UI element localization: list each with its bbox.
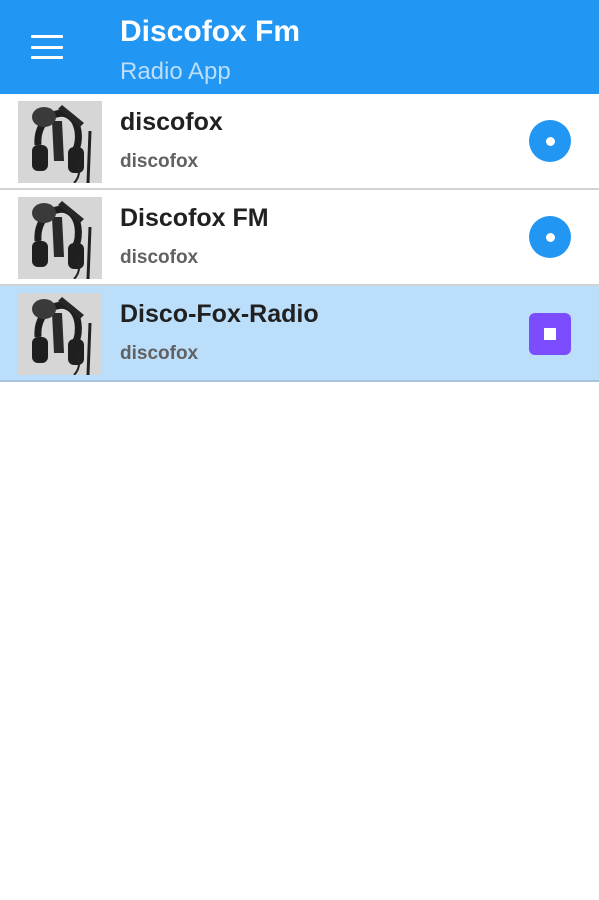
radio-app: Discofox Fm Radio App discofox discofox — [0, 0, 599, 900]
app-bar: Discofox Fm Radio App — [0, 0, 599, 94]
station-genre: discofox — [120, 247, 199, 268]
stop-icon — [544, 328, 556, 340]
station-name: Disco-Fox-Radio — [120, 300, 319, 328]
app-subtitle: Radio App — [120, 58, 231, 85]
station-name: Discofox FM — [120, 204, 269, 232]
hamburger-menu-icon — [31, 35, 63, 59]
play-circle-icon — [545, 136, 555, 146]
headphones-microphone-image — [18, 101, 102, 183]
station-row-active[interactable]: Disco-Fox-Radio discofox — [0, 286, 599, 382]
station-genre: discofox — [120, 151, 199, 172]
menu-button[interactable] — [18, 24, 76, 70]
app-title: Discofox Fm — [120, 15, 301, 48]
stop-button[interactable] — [529, 313, 571, 355]
station-row[interactable]: Discofox FM discofox — [0, 190, 599, 286]
headphones-microphone-image — [18, 197, 102, 279]
station-row[interactable]: discofox discofox — [0, 94, 599, 190]
station-name: discofox — [120, 108, 223, 136]
play-button[interactable] — [529, 120, 571, 162]
play-button[interactable] — [529, 216, 571, 258]
station-artwork — [18, 293, 102, 375]
station-artwork — [18, 101, 102, 183]
station-list: discofox discofox Discofox FM discofox D… — [0, 94, 599, 382]
station-genre: discofox — [120, 343, 199, 364]
headphones-microphone-image — [18, 293, 102, 375]
play-circle-icon — [545, 232, 555, 242]
station-artwork — [18, 197, 102, 279]
